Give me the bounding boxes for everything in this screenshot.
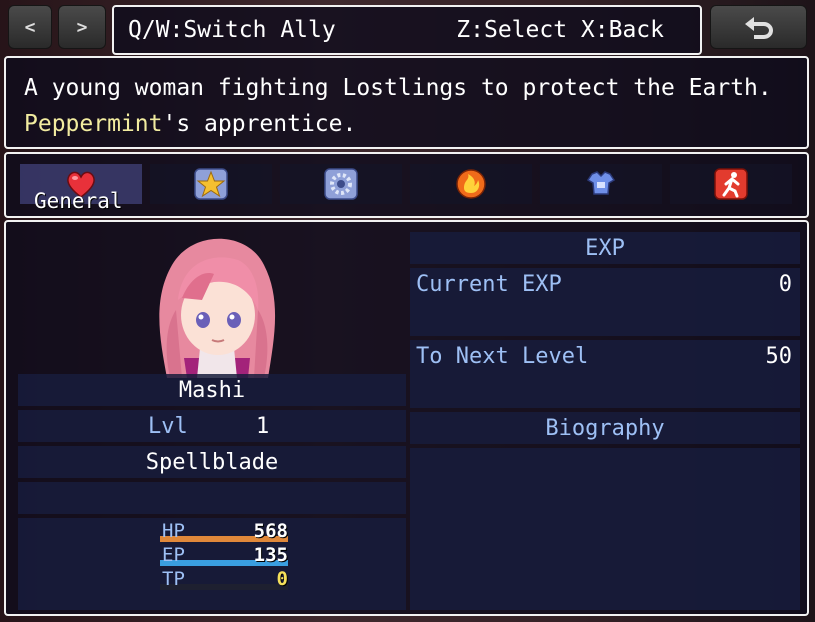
gear-icon: [324, 168, 358, 200]
tab-skills[interactable]: [150, 164, 272, 204]
armor-icon: [586, 171, 616, 195]
hp-value: 568: [253, 520, 288, 542]
actor-class-row: Spellblade: [18, 446, 406, 478]
tab-equipment[interactable]: [540, 164, 662, 204]
level-value: 1: [256, 413, 270, 439]
exp-title: EXP: [585, 235, 625, 261]
category-tabs-window: General: [4, 152, 809, 218]
level-label: Lvl: [148, 413, 188, 439]
character-portrait: [159, 238, 276, 378]
next-level-row: To Next Level 50: [410, 340, 800, 408]
ep-value: 135: [253, 544, 288, 566]
chevron-left-icon: <: [24, 16, 36, 38]
back-button[interactable]: [710, 5, 807, 49]
hp-gauge: HP 568: [160, 520, 288, 544]
current-exp-label: Current EXP: [416, 272, 562, 297]
select-back-hint: Z:Select X:Back: [456, 17, 664, 43]
description-line-2: Peppermint's apprentice.: [24, 106, 789, 142]
return-arrow-icon: [744, 17, 773, 39]
biography-header: Biography: [410, 412, 800, 444]
description-line-2-rest: 's apprentice.: [162, 111, 357, 137]
tab-elements[interactable]: [410, 164, 532, 204]
status-window: Mashi Lvl 1 Spellblade HP 568 EP 135 TP …: [4, 220, 809, 616]
next-ally-button[interactable]: >: [58, 5, 106, 49]
next-level-value: 50: [765, 344, 793, 369]
actor-name: Mashi: [178, 377, 246, 403]
current-exp-row: Current EXP 0: [410, 268, 800, 336]
description-line-1: A young woman fighting Lostlings to prot…: [24, 75, 772, 101]
controls-help-window: Q/W:Switch Ally Z:Select X:Back: [112, 5, 702, 55]
tab-general-label: General: [34, 189, 123, 213]
chevron-right-icon: >: [76, 16, 88, 38]
fire-icon: [456, 169, 486, 199]
biography-title: Biography: [545, 415, 665, 441]
current-exp-value: 0: [778, 272, 792, 297]
ep-label: EP: [162, 544, 185, 566]
tp-gauge: TP 0: [160, 568, 288, 592]
exp-header: EXP: [410, 232, 800, 264]
tp-label: TP: [162, 568, 185, 590]
running-man-icon: [714, 168, 748, 200]
actor-gauges-panel: HP 568 EP 135 TP 0: [18, 518, 406, 610]
star-icon: [194, 168, 228, 200]
description-window: A young woman fighting Lostlings to prot…: [4, 56, 809, 149]
tp-value: 0: [276, 568, 288, 590]
ep-gauge: EP 135: [160, 544, 288, 568]
switch-ally-hint: Q/W:Switch Ally: [128, 17, 336, 43]
prev-ally-button[interactable]: <: [8, 5, 52, 49]
biography-body: [410, 448, 800, 610]
actor-empty-row: [18, 482, 406, 514]
tab-settings[interactable]: [280, 164, 402, 204]
hp-label: HP: [162, 520, 185, 542]
actor-name-row: Mashi: [18, 374, 406, 406]
tab-general[interactable]: General: [20, 164, 142, 213]
actor-class: Spellblade: [145, 449, 279, 475]
tab-actions[interactable]: [670, 164, 792, 204]
next-level-label: To Next Level: [416, 344, 589, 369]
actor-level-row: Lvl 1: [18, 410, 406, 442]
mentor-name: Peppermint: [24, 111, 163, 137]
